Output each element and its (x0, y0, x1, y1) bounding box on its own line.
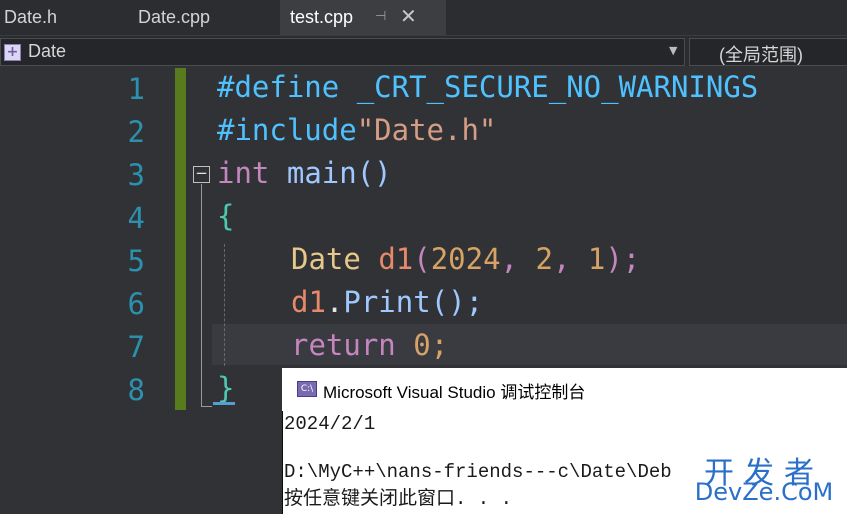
number-literal: 0 (413, 328, 431, 362)
indent-guide (224, 244, 225, 366)
punctuation: , (500, 242, 536, 276)
code-line-5[interactable]: Date d1(2024, 2, 1); (291, 238, 640, 281)
pin-icon[interactable]: ⊣ (375, 9, 386, 24)
scope-dropdown-value: (全局范围) (719, 45, 803, 65)
punctuation: ); (605, 242, 641, 276)
keyword: return (291, 328, 396, 362)
line-number: 2 (127, 115, 145, 149)
console-title: Microsoft Visual Studio 调试控制台 (323, 383, 586, 402)
punctuation: . (325, 285, 344, 319)
punctuation: ( (413, 242, 431, 276)
number-literal: 2024 (430, 242, 501, 276)
console-line: 按任意键关闭此窗口. . . (284, 488, 513, 510)
function-name: main (286, 156, 357, 190)
variable-name: d1 (291, 285, 326, 319)
class-dropdown[interactable]: + Date ▼ (0, 38, 685, 66)
line-number: 4 (127, 201, 145, 235)
tab-date-h[interactable]: Date.h (4, 0, 57, 35)
collapse-toggle-icon[interactable]: − (193, 166, 210, 183)
line-number: 7 (127, 330, 145, 364)
code-line-3[interactable]: int main() (217, 152, 392, 195)
line-number: 3 (127, 158, 145, 192)
brace: { (217, 199, 235, 233)
code-line-1[interactable]: #define _CRT_SECURE_NO_WARNINGS (217, 66, 758, 109)
variable-name: d1 (378, 242, 414, 276)
fold-line-end (201, 406, 212, 407)
tab-date-cpp[interactable]: Date.cpp (138, 0, 210, 35)
close-icon[interactable]: ✕ (400, 4, 417, 28)
punctuation: (); (430, 285, 484, 319)
document-tab-bar: Date.h Date.cpp test.cpp ⊣ ✕ (0, 0, 847, 35)
watermark-en: DevZe.CoM (694, 478, 834, 506)
chevron-down-icon: ▼ (669, 44, 678, 57)
watermark-logo: 开发者 DevZe.CoM (689, 448, 839, 508)
method-name: Print (343, 285, 431, 319)
punctuation: ; (430, 328, 449, 362)
line-number: 5 (127, 244, 145, 278)
change-tracking-bar (175, 68, 186, 410)
preprocessor-directive: #define (217, 70, 340, 104)
console-title-bar[interactable]: C:\ Microsoft Visual Studio 调试控制台 (282, 368, 847, 411)
tab-test-cpp[interactable]: test.cpp (280, 0, 446, 35)
fold-line (201, 184, 202, 406)
line-number: 8 (127, 373, 145, 407)
class-name: Date (291, 242, 361, 276)
class-dropdown-value: Date (28, 41, 67, 61)
number-literal: 1 (587, 242, 606, 276)
console-line: D:\MyC++\nans-friends---c\Date\Deb (284, 461, 672, 483)
keyword: int (217, 156, 270, 190)
code-line-6[interactable]: d1.Print(); (291, 281, 483, 324)
macro-name: _CRT_SECURE_NO_WARNINGS (356, 70, 759, 104)
punctuation: , (552, 242, 588, 276)
preprocessor-directive: #include (217, 113, 357, 147)
line-number: 6 (127, 287, 145, 321)
class-icon: + (4, 44, 21, 61)
string-literal: "Date.h" (356, 113, 497, 147)
tab-test-cpp-label: test.cpp (290, 7, 354, 27)
punctuation: () (356, 156, 392, 190)
number-literal: 2 (535, 242, 553, 276)
text-cursor (213, 402, 235, 405)
code-line-2[interactable]: #include"Date.h" (217, 109, 496, 152)
navigation-bar: + Date ▼ (全局范围) (0, 35, 847, 68)
console-line: 2024/2/1 (284, 413, 376, 435)
code-line-7[interactable]: return 0; (291, 324, 448, 367)
scope-dropdown[interactable]: (全局范围) (689, 38, 847, 66)
code-line-4[interactable]: { (217, 195, 234, 238)
console-icon: C:\ (297, 381, 317, 397)
brace: } (217, 371, 235, 405)
line-number: 1 (127, 72, 145, 106)
